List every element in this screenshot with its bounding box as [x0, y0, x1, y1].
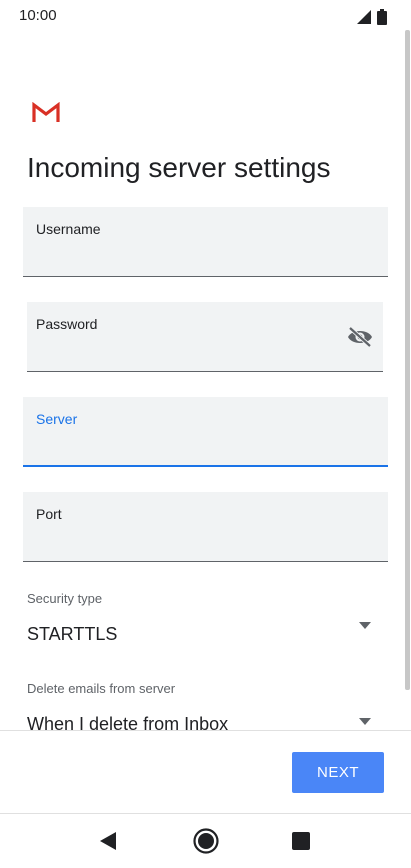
back-button[interactable] [91, 824, 125, 858]
status-icons [349, 9, 389, 25]
status-time: 10:00 [19, 7, 57, 24]
security-type-label: Security type [27, 591, 103, 606]
recents-icon [292, 832, 310, 850]
eye-off-icon[interactable] [347, 326, 373, 348]
status-bar: 10:00 [0, 0, 411, 34]
security-type-value[interactable]: STARTTLS [27, 624, 117, 645]
dropdown-arrow-icon[interactable] [359, 718, 371, 725]
dropdown-arrow-icon[interactable] [359, 622, 371, 629]
scrollbar[interactable] [405, 30, 410, 690]
username-input[interactable] [36, 246, 375, 268]
port-field[interactable]: Port [23, 492, 388, 562]
username-field[interactable]: Username [23, 207, 388, 277]
next-button[interactable]: NEXT [292, 752, 384, 793]
server-field[interactable]: Server [23, 397, 388, 467]
server-input[interactable] [36, 435, 375, 457]
home-button[interactable] [189, 824, 223, 858]
home-icon [193, 828, 219, 854]
gmail-logo [32, 102, 60, 122]
page-title: Incoming server settings [27, 152, 331, 183]
username-label: Username [36, 221, 101, 237]
recents-button[interactable] [284, 824, 318, 858]
server-label: Server [36, 411, 78, 427]
signal-icon [357, 10, 371, 24]
password-input[interactable] [36, 341, 339, 363]
port-input[interactable] [36, 531, 375, 553]
back-icon [100, 832, 116, 850]
delete-emails-label: Delete emails from server [27, 681, 176, 696]
port-label: Port [36, 506, 62, 522]
password-label: Password [36, 316, 98, 332]
password-field[interactable]: Password [27, 302, 383, 372]
navigation-bar [0, 814, 411, 868]
battery-icon [377, 9, 387, 25]
